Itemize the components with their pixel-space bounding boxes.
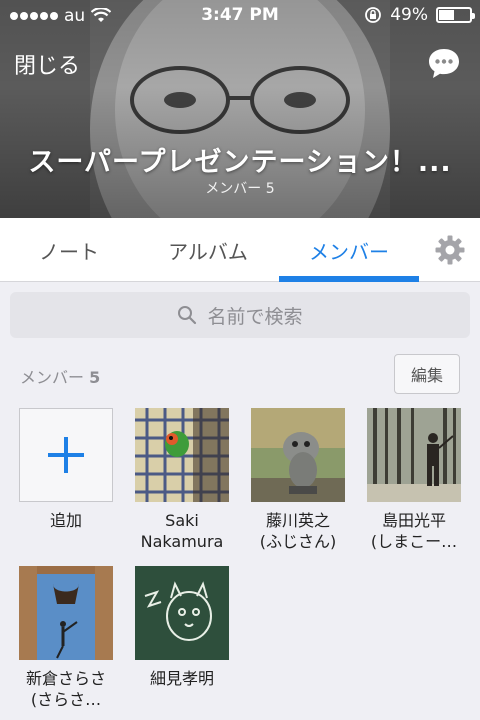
add-member-button[interactable]: [19, 408, 113, 502]
avatar: [251, 408, 345, 502]
tab-note[interactable]: ノート: [0, 218, 138, 282]
group-cover: au 3:47 PM 49% 閉じる スーパープレゼンテーション！... メンバ…: [0, 0, 480, 218]
member-name: 島田光平 (しまこー…: [370, 511, 458, 551]
avatar: [367, 408, 461, 502]
group-title: スーパープレゼンテーション！...: [28, 147, 452, 178]
rotation-lock-icon: [365, 7, 382, 23]
tab-members[interactable]: メンバー: [279, 218, 419, 282]
member-tile[interactable]: 新倉さらさ (さらさ…: [8, 566, 124, 710]
member-name: 細見孝明: [149, 669, 214, 688]
battery-percent: 49%: [390, 5, 428, 25]
edit-button[interactable]: 編集: [394, 354, 460, 394]
battery-icon: [436, 7, 475, 23]
add-member-tile[interactable]: 追加: [8, 408, 124, 531]
member-tile[interactable]: 細見孝明: [124, 566, 240, 689]
close-button[interactable]: 閉じる: [14, 48, 80, 80]
search-placeholder: 名前で検索: [207, 305, 303, 328]
gear-icon[interactable]: [434, 234, 466, 266]
member-name: 藤川英之 (ふじさん): [259, 511, 337, 551]
group-member-count: メンバー 5: [205, 181, 275, 197]
tab-album[interactable]: アルバム: [139, 218, 277, 282]
avatar: [135, 566, 229, 660]
active-tab-indicator: [279, 276, 419, 282]
plus-icon: [48, 437, 84, 473]
member-tile[interactable]: 島田光平 (しまこー…: [356, 408, 472, 552]
members-label-text: メンバー: [20, 368, 85, 387]
avatar: [135, 408, 229, 502]
members-section-label: メンバー 5: [20, 364, 100, 388]
member-name: 新倉さらさ (さらさ…: [25, 669, 106, 709]
members-count: 5: [89, 368, 101, 387]
search-input[interactable]: 名前で検索: [10, 292, 470, 338]
chat-bubble-icon[interactable]: [426, 46, 462, 82]
status-bar: au 3:47 PM 49%: [0, 0, 480, 32]
member-name: Saki Nakamura: [140, 511, 224, 551]
search-icon: [178, 306, 197, 325]
member-tile[interactable]: Saki Nakamura: [124, 408, 240, 552]
tab-bar: ノート アルバム メンバー: [0, 218, 480, 282]
member-tile[interactable]: 藤川英之 (ふじさん): [240, 408, 356, 552]
member-name: 追加: [49, 511, 82, 530]
avatar: [19, 566, 113, 660]
status-right: 49%: [364, 5, 475, 25]
